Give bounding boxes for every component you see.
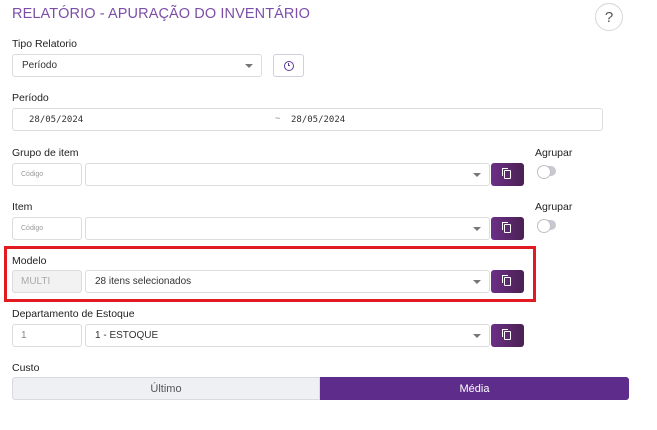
copy-icon — [502, 329, 511, 340]
item-agrupar-toggle[interactable] — [537, 219, 556, 233]
help-button[interactable]: ? — [595, 3, 623, 31]
item-agrupar-label: Agrupar — [535, 201, 573, 213]
departamento-value: 1 - ESTOQUE — [95, 330, 159, 341]
end-date[interactable]: 28/05/2024 — [291, 115, 345, 125]
departamento-select[interactable]: 1 - ESTOQUE — [85, 324, 490, 347]
copy-icon — [502, 168, 511, 179]
page-title: RELATÓRIO - APURAÇÃO DO INVENTÁRIO — [12, 6, 311, 22]
copy-icon — [502, 275, 511, 286]
date-range-input[interactable]: 28/05/2024 ~ 28/05/2024 — [12, 108, 603, 131]
grupo-item-code-input[interactable]: Código — [12, 163, 82, 186]
item-copy-button[interactable] — [491, 217, 524, 240]
modelo-value: 28 itens selecionados — [95, 276, 192, 287]
clock-icon — [283, 60, 294, 71]
copy-icon — [502, 222, 511, 233]
grupo-item-label: Grupo de item — [12, 147, 79, 159]
tipo-relatorio-label: Tipo Relatorio — [12, 38, 77, 50]
chevron-down-icon — [245, 64, 253, 68]
chevron-down-icon — [473, 334, 481, 338]
clock-button[interactable] — [273, 54, 304, 77]
grupo-item-copy-button[interactable] — [491, 163, 524, 186]
custo-option-ultimo[interactable]: Último — [12, 377, 320, 400]
grupo-agrupar-label: Agrupar — [535, 147, 573, 159]
start-date[interactable]: 28/05/2024 — [29, 115, 83, 125]
departamento-code-input[interactable]: 1 — [12, 324, 82, 347]
chevron-down-icon — [473, 280, 481, 284]
chevron-down-icon — [473, 173, 481, 177]
item-select[interactable] — [85, 217, 490, 240]
departamento-copy-button[interactable] — [491, 324, 524, 347]
periodo-label: Período — [12, 92, 49, 104]
modelo-code-input[interactable]: MULTI — [12, 270, 82, 293]
chevron-down-icon — [473, 227, 481, 231]
grupo-agrupar-toggle[interactable] — [537, 165, 556, 179]
item-label: Item — [12, 201, 33, 213]
custo-option-media[interactable]: Média — [320, 377, 629, 400]
modelo-copy-button[interactable] — [491, 270, 524, 293]
tipo-relatorio-value: Período — [22, 60, 58, 71]
date-separator: ~ — [275, 114, 281, 124]
departamento-label: Departamento de Estoque — [12, 308, 135, 320]
grupo-item-select[interactable] — [85, 163, 490, 186]
modelo-label: Modelo — [12, 255, 47, 267]
tipo-relatorio-select[interactable]: Período — [12, 54, 262, 77]
custo-label: Custo — [12, 362, 40, 374]
modelo-select[interactable]: 28 itens selecionados — [85, 270, 490, 293]
item-code-input[interactable]: Código — [12, 217, 82, 240]
